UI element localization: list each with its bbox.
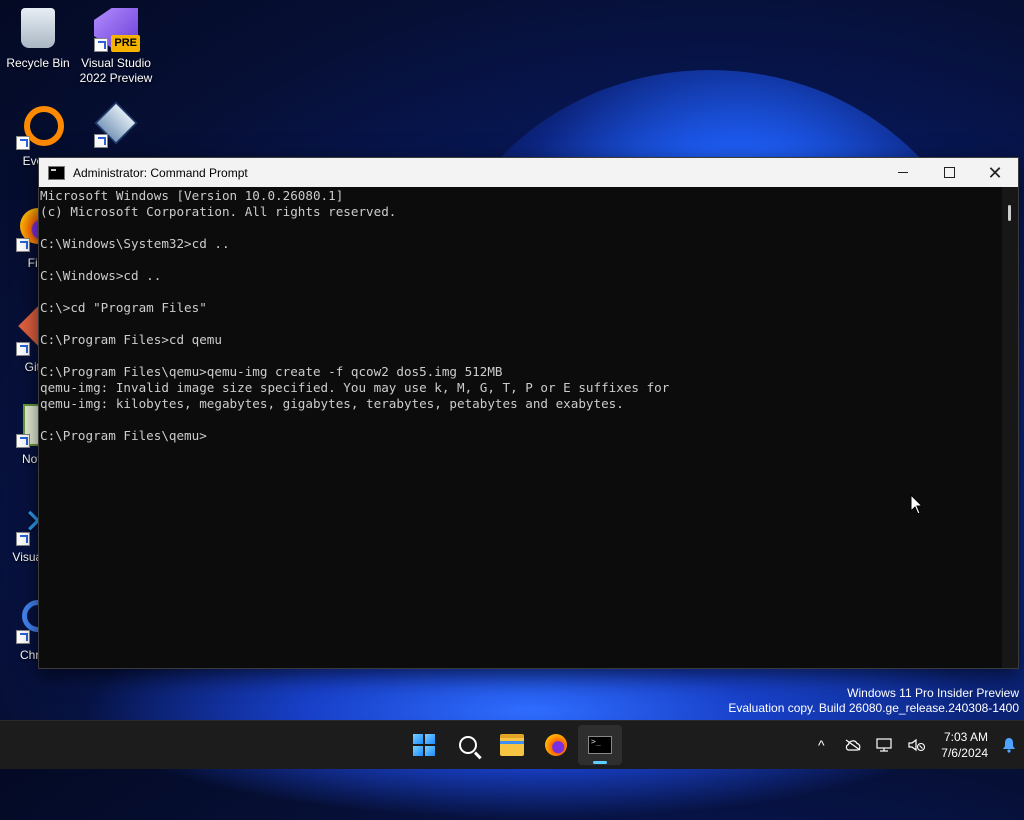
taskbar-apps: >_	[402, 725, 622, 765]
vertical-scrollbar[interactable]	[1002, 187, 1018, 668]
chevron-up-icon: ^	[817, 737, 825, 753]
desktop-icon-visual-studio[interactable]: PRE Visual Studio 2022 Preview	[78, 8, 154, 86]
preview-badge: PRE	[111, 35, 140, 52]
virtualbox-icon	[94, 101, 138, 148]
firefox-button[interactable]	[534, 725, 578, 765]
command-prompt-button[interactable]: >_	[578, 725, 622, 765]
clock-date: 7/6/2024	[941, 746, 988, 760]
search-icon	[459, 736, 477, 754]
file-explorer-button[interactable]	[490, 725, 534, 765]
desktop-icon-recycle-bin[interactable]: Recycle Bin	[0, 8, 76, 71]
system-tray: ^ 7:03 AM 7/6/2024	[805, 721, 1024, 769]
desktop-icon-label: Recycle Bin	[6, 56, 70, 70]
bell-icon	[1003, 738, 1015, 753]
recycle-bin-icon	[16, 8, 60, 52]
firefox-icon	[545, 734, 567, 756]
cmd-app-icon[interactable]	[48, 165, 65, 180]
search-button[interactable]	[446, 725, 490, 765]
watermark-line-1: Windows 11 Pro Insider Preview	[847, 686, 1019, 700]
maximize-icon	[943, 167, 955, 178]
network-icon	[876, 738, 892, 752]
cloud-off-icon	[845, 739, 861, 751]
desktop-icon-label: Visual Studio 2022 Preview	[79, 56, 153, 85]
console-output[interactable]: Microsoft Windows [Version 10.0.26080.1]…	[39, 187, 1002, 668]
folder-icon	[500, 734, 524, 756]
command-prompt-window[interactable]: Administrator: Command Prompt ✕ Microsof…	[38, 157, 1019, 669]
taskbar: >_ ^ 7:03 AM 7/6/2024	[0, 720, 1024, 769]
terminal-icon: >_	[588, 736, 612, 754]
start-button[interactable]	[402, 725, 446, 765]
windows-logo-icon	[413, 734, 435, 756]
notifications-button[interactable]	[994, 737, 1024, 753]
desktop-icon-virtualbox[interactable]	[78, 101, 154, 152]
maximize-button[interactable]	[926, 158, 972, 187]
volume-muted-icon	[908, 738, 926, 752]
minimize-button[interactable]	[880, 158, 926, 187]
window-titlebar[interactable]: Administrator: Command Prompt ✕	[39, 158, 1018, 187]
evaluation-watermark: Windows 11 Pro Insider Preview Evaluatio…	[728, 686, 1019, 716]
visual-studio-icon: PRE	[94, 8, 140, 52]
magnifier-icon	[16, 106, 64, 150]
window-title: Administrator: Command Prompt	[73, 165, 248, 180]
network-button[interactable]	[869, 725, 901, 765]
shortcut-arrow-icon	[94, 38, 108, 52]
show-hidden-icons-button[interactable]: ^	[805, 725, 837, 765]
close-button[interactable]: ✕	[972, 158, 1018, 187]
volume-button[interactable]	[901, 725, 933, 765]
scrollbar-thumb[interactable]	[1008, 205, 1011, 221]
taskbar-clock[interactable]: 7:03 AM 7/6/2024	[933, 729, 994, 761]
onedrive-button[interactable]	[837, 725, 869, 765]
close-icon: ✕	[987, 162, 1003, 183]
clock-time: 7:03 AM	[943, 730, 988, 744]
minimize-icon	[898, 172, 908, 173]
watermark-line-2: Evaluation copy. Build 26080.ge_release.…	[728, 701, 1019, 715]
mouse-cursor-icon	[910, 494, 924, 515]
